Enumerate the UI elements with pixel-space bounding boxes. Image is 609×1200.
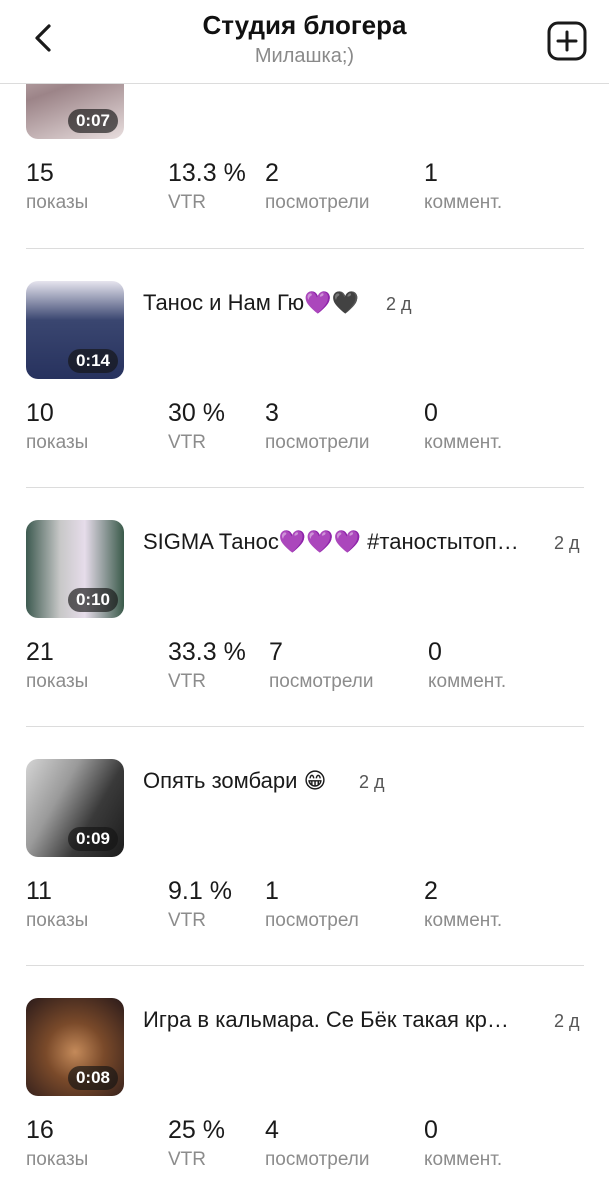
video-thumbnail[interactable]: 0:08 [26, 998, 124, 1096]
stat-label: коммент. [424, 192, 503, 213]
stat-label: VTR [168, 432, 206, 453]
stat-label: VTR [168, 1149, 206, 1170]
stat-value: 30 % [168, 399, 225, 427]
video-thumbnail[interactable]: 0:14 [26, 281, 124, 379]
stat-shows: 16 показы [26, 1115, 88, 1173]
stat-viewed: 3 посмотрели [265, 398, 369, 456]
stat-value: 9.1 % [168, 877, 232, 905]
stat-shows: 15 показы [26, 158, 88, 216]
stat-label: коммент. [424, 432, 503, 453]
stat-vtr: 25 % VTR [168, 1115, 225, 1173]
page-title: Студия блогера [202, 10, 407, 40]
video-duration: 0:14 [67, 349, 118, 373]
add-video-button[interactable] [547, 21, 587, 61]
video-item[interactable]: 0:08 Игра в кальмара. Се Бёк такая кр… 2… [0, 954, 609, 1192]
stat-comments: 1 коммент. [424, 158, 502, 216]
video-duration: 0:07 [67, 109, 118, 133]
video-age: 2 д [554, 1011, 580, 1031]
stat-value: 7 [269, 638, 283, 666]
video-duration: 0:08 [67, 1066, 118, 1090]
stat-label: посмотрели [265, 432, 370, 453]
video-title[interactable]: Танос и Нам Гю💜🖤 [143, 290, 359, 316]
stat-label: посмотрели [265, 192, 370, 213]
stat-value: 0 [424, 399, 438, 427]
video-duration: 0:10 [67, 588, 118, 612]
stat-value: 1 [424, 159, 438, 187]
video-age: 2 д [386, 294, 412, 314]
stat-value: 16 [26, 1116, 54, 1144]
stat-value: 13.3 % [168, 159, 246, 187]
stat-comments: 0 коммент. [424, 1115, 502, 1173]
stat-label: посмотрел [265, 910, 359, 931]
stat-shows: 10 показы [26, 398, 88, 456]
video-thumbnail[interactable]: 0:10 [26, 520, 124, 618]
video-item[interactable]: 0:09 Опять зомбари 😁 2 д 11 показы 9.1 %… [0, 715, 609, 953]
video-thumbnail[interactable]: 0:09 [26, 759, 124, 857]
stat-label: VTR [168, 671, 206, 692]
stat-value: 4 [265, 1116, 279, 1144]
video-age: 2 д [554, 533, 580, 553]
stat-value: 15 [26, 159, 54, 187]
stat-label: коммент. [428, 671, 507, 692]
stat-vtr: 9.1 % VTR [168, 876, 232, 934]
stat-value: 25 % [168, 1116, 225, 1144]
plus-square-icon [547, 21, 587, 61]
stat-label: посмотрели [269, 671, 374, 692]
stat-value: 11 [26, 877, 52, 905]
stat-label: посмотрели [265, 1149, 370, 1170]
stat-label: коммент. [424, 910, 503, 931]
stat-label: коммент. [424, 1149, 503, 1170]
stat-viewed: 4 посмотрели [265, 1115, 369, 1173]
stat-label: показы [26, 671, 89, 692]
stat-vtr: 33.3 % VTR [168, 637, 246, 695]
stat-vtr: 13.3 % VTR [168, 158, 246, 216]
stat-comments: 0 коммент. [428, 637, 506, 695]
stat-viewed: 7 посмотрели [269, 637, 373, 695]
video-item[interactable]: 0:10 SIGMA Танос💜💜💜 #таностытоп… 2 д 21 … [0, 476, 609, 714]
stat-vtr: 30 % VTR [168, 398, 225, 456]
stat-label: показы [26, 1149, 89, 1170]
stat-value: 21 [26, 638, 54, 666]
video-title[interactable]: Игра в кальмара. Се Бёк такая кр… [143, 1007, 509, 1033]
stat-comments: 2 коммент. [424, 876, 502, 934]
stat-value: 2 [424, 877, 438, 905]
stat-value: 10 [26, 399, 54, 427]
page-subtitle: Милашка;) [254, 45, 355, 67]
video-title[interactable]: SIGMA Танос💜💜💜 #таностытоп… [143, 529, 519, 555]
stat-shows: 11 показы [26, 876, 88, 934]
video-duration: 0:09 [67, 827, 118, 851]
stat-label: VTR [168, 910, 206, 931]
video-item[interactable]: 0:14 Танос и Нам Гю💜🖤 2 д 10 показы 30 %… [0, 237, 609, 475]
stat-label: VTR [168, 192, 206, 213]
video-title[interactable]: Опять зомбари 😁 [143, 768, 326, 794]
stat-value: 0 [424, 1116, 438, 1144]
stat-value: 1 [265, 877, 279, 905]
header: Студия блогера Милашка;) [0, 0, 609, 84]
stat-value: 2 [265, 159, 279, 187]
stat-value: 33.3 % [168, 638, 246, 666]
stat-value: 3 [265, 399, 279, 427]
stat-label: показы [26, 432, 89, 453]
stat-viewed: 2 посмотрели [265, 158, 369, 216]
video-age: 2 д [359, 772, 385, 792]
stat-viewed: 1 посмотрел [265, 876, 359, 934]
stat-label: показы [26, 910, 89, 931]
stat-label: показы [26, 192, 89, 213]
stat-value: 0 [428, 638, 442, 666]
stat-comments: 0 коммент. [424, 398, 502, 456]
stat-shows: 21 показы [26, 637, 88, 695]
